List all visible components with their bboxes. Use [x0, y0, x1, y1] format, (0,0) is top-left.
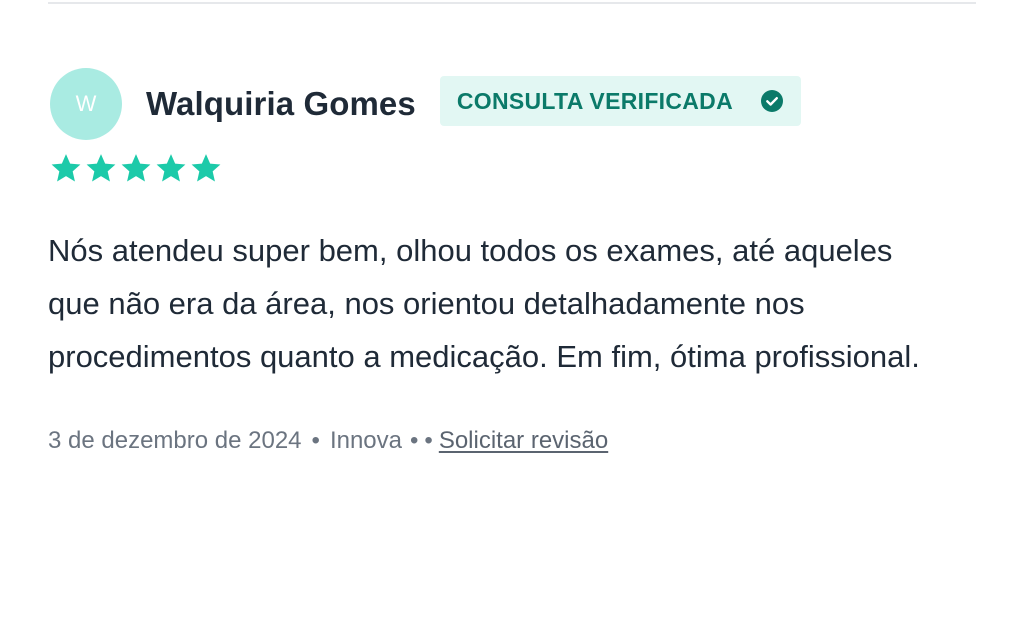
star-icon	[86, 154, 116, 182]
review-location: Innova	[329, 427, 402, 454]
verified-badge: CONSULTA VERIFICADA	[439, 76, 801, 126]
request-review-link[interactable]: Solicitar revisão	[439, 427, 608, 455]
verified-badge-label: CONSULTA VERIFICADA	[456, 87, 733, 114]
avatar: W	[50, 68, 122, 140]
review-text: Nós atendeu super bem, olhou todos os ex…	[48, 233, 920, 374]
star-icon	[156, 154, 186, 182]
top-divider	[48, 2, 976, 4]
star-rating	[50, 152, 978, 184]
review-date: 3 de dezembro de 2024	[48, 427, 302, 454]
reviewer-name: Walquiria Gomes	[146, 85, 416, 122]
check-circle-icon	[761, 90, 783, 112]
star-icon	[51, 154, 81, 182]
review-card: W Walquiria Gomes CONSULTA VERIFICADA Nó…	[48, 68, 978, 455]
meta-separator: •	[311, 427, 320, 454]
meta-separator: •	[410, 427, 419, 454]
star-icon	[191, 154, 221, 182]
review-header: W Walquiria Gomes CONSULTA VERIFICADA	[48, 68, 978, 140]
star-icon	[121, 154, 151, 182]
review-meta: 3 de dezembro de 2024 • Innova • • Solic…	[48, 427, 978, 455]
meta-separator: •	[424, 427, 433, 454]
